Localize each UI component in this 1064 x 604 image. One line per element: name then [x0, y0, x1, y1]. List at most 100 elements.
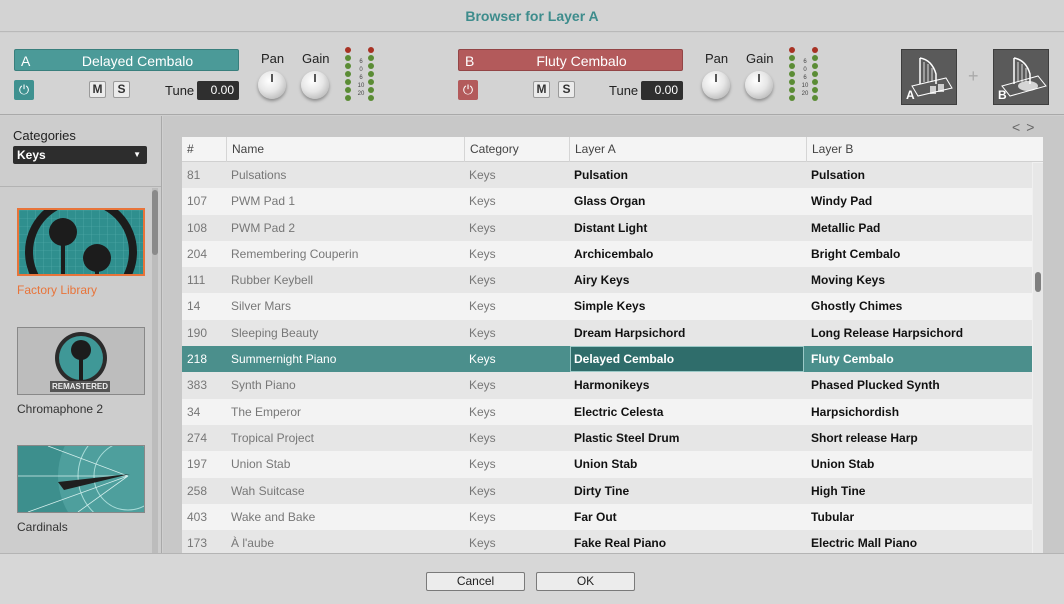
thumb-b-letter: B: [998, 88, 1007, 102]
row-number: 108: [187, 220, 208, 235]
row-name: Rubber Keybell: [231, 273, 314, 288]
row-layer-a: Archicembalo: [574, 246, 654, 261]
row-layer-b: Electric Mall Piano: [811, 536, 918, 551]
layer-a-level-meter: 6 0 6 10 20: [345, 47, 377, 107]
row-category: Keys: [469, 509, 496, 524]
layer-b-gain-label: Gain: [746, 51, 774, 66]
row-layer-a: Delayed Cembalo: [574, 352, 675, 367]
row-layer-b: Moving Keys: [811, 273, 886, 288]
row-layer-a: Airy Keys: [574, 273, 630, 288]
window-title: Browser for Layer A: [465, 8, 599, 24]
row-name: Sleeping Beauty: [231, 325, 319, 340]
library-scrollbar[interactable]: [152, 188, 158, 553]
library-scrollbar-thumb[interactable]: [152, 190, 158, 255]
table-row[interactable]: 108 PWM Pad 2 Keys Distant Light Metallic Pa…: [182, 214, 1032, 241]
column-header-name[interactable]: Name: [226, 137, 464, 162]
layer-a-pan-knob[interactable]: [258, 71, 286, 99]
table-row[interactable]: 34 The Emperor Keys Electric Celesta Harpsic…: [182, 398, 1032, 425]
row-name: PWM Pad 1: [231, 194, 296, 209]
row-name: Synth Piano: [231, 378, 296, 393]
layer-b-tune-value[interactable]: 0.00: [641, 81, 683, 100]
chevron-down-icon: ▼: [133, 150, 141, 159]
layer-b-gain-knob[interactable]: [745, 71, 773, 99]
row-layer-b: Bright Cembalo: [811, 246, 901, 261]
layer-a-solo-button[interactable]: S: [113, 81, 130, 98]
row-number: 81: [187, 168, 201, 182]
table-row[interactable]: 111 Rubber Keybell Keys Airy Keys Moving Key…: [182, 267, 1032, 294]
layer-b-name-bar[interactable]: B Fluty Cembalo: [458, 49, 683, 71]
library-item-chromaphone-2[interactable]: REMASTERED Chromaphone 2: [17, 327, 145, 416]
factory-library-thumbnail: [17, 208, 145, 276]
row-number: 107: [187, 194, 208, 209]
layer-a-tune-value[interactable]: 0.00: [197, 81, 239, 100]
layer-a-pan-label: Pan: [261, 51, 285, 66]
table-row[interactable]: 107 PWM Pad 1 Keys Glass Organ Windy Pad: [182, 188, 1032, 215]
row-layer-b: Fluty Cembalo: [811, 352, 894, 367]
row-layer-a: Distant Light: [574, 220, 648, 235]
table-row[interactable]: 190 Sleeping Beauty Keys Dream Harpsichord L…: [182, 319, 1032, 347]
row-number: 258: [187, 483, 208, 498]
table-scrollbar[interactable]: [1033, 163, 1043, 553]
table-row[interactable]: 218 Summernight Piano Keys Delayed Cembalo F…: [182, 346, 1032, 373]
table-row[interactable]: 204 Remembering Couperin Keys Archicembalo B…: [182, 240, 1032, 268]
layer-b-mute-button[interactable]: M: [533, 81, 550, 98]
row-layer-b: Phased Plucked Synth: [811, 378, 940, 393]
library-panel: Categories Keys ▼ Factory Library REMAST…: [0, 116, 162, 553]
table-row[interactable]: 383 Synth Piano Keys Harmonikeys Phased Pluc…: [182, 372, 1032, 399]
row-layer-b: Ghostly Chimes: [811, 299, 903, 314]
row-number: 383: [187, 378, 208, 393]
row-name: Silver Mars: [231, 299, 292, 314]
row-category: Keys: [469, 404, 496, 419]
layer-a-instrument-thumbnail[interactable]: A: [901, 49, 957, 105]
ok-button[interactable]: OK: [536, 572, 635, 591]
plus-icon: +: [968, 66, 979, 86]
row-layer-a: Plastic Steel Drum: [574, 430, 680, 445]
table-row[interactable]: 14 Silver Mars Keys Simple Keys Ghostly Chim…: [182, 293, 1032, 320]
layer-a-mute-button[interactable]: M: [89, 81, 106, 98]
library-item-factory-library[interactable]: Factory Library: [17, 208, 145, 297]
row-category: Keys: [469, 325, 496, 340]
row-layer-a: Fake Real Piano: [574, 536, 667, 551]
cardinals-thumbnail: [17, 445, 145, 513]
row-number: 197: [187, 457, 208, 472]
table-row[interactable]: 258 Wah Suitcase Keys Dirty Tine High Tine: [182, 477, 1032, 504]
row-name: Wake and Bake: [231, 509, 316, 524]
layer-b-pan-label: Pan: [705, 51, 729, 66]
column-header-number[interactable]: #: [182, 137, 226, 162]
table-row[interactable]: 173 À l'aube Keys Fake Real Piano Electric M…: [182, 530, 1032, 553]
row-category: Keys: [469, 299, 496, 314]
column-header-layer-b[interactable]: Layer B: [806, 137, 1043, 162]
table-row[interactable]: 197 Union Stab Keys Union Stab Union Stab: [182, 451, 1032, 478]
library-item-cardinals[interactable]: Cardinals: [17, 445, 145, 534]
row-layer-a: Harmonikeys: [574, 378, 650, 393]
next-arrow-icon[interactable]: >: [1026, 119, 1040, 135]
categories-dropdown[interactable]: Keys ▼: [13, 146, 147, 164]
layer-b-solo-button[interactable]: S: [558, 81, 575, 98]
row-name: Summernight Piano: [231, 352, 337, 367]
row-name: À l'aube: [231, 536, 274, 551]
cancel-button[interactable]: Cancel: [426, 572, 525, 591]
layer-b-power-icon[interactable]: ⏻: [458, 80, 478, 100]
table-row[interactable]: 403 Wake and Bake Keys Far Out Tubular: [182, 503, 1032, 531]
prev-arrow-icon[interactable]: <: [1012, 119, 1026, 135]
chromaphone-2-thumbnail: REMASTERED: [17, 327, 145, 395]
layer-a-name-bar[interactable]: A Delayed Cembalo: [14, 49, 239, 71]
table-body: 81 Pulsations Keys Pulsation Pulsation 107 PWM…: [182, 162, 1032, 553]
layer-a-gain-knob[interactable]: [301, 71, 329, 99]
column-header-category[interactable]: Category: [464, 137, 569, 162]
row-layer-b: Pulsation: [811, 168, 866, 182]
layer-a-power-icon[interactable]: ⏻: [14, 80, 34, 100]
table-row[interactable]: 81 Pulsations Keys Pulsation Pulsation: [182, 162, 1032, 189]
row-category: Keys: [469, 194, 496, 209]
row-layer-b: Union Stab: [811, 457, 875, 472]
layer-b-pan-knob[interactable]: [702, 71, 730, 99]
row-category: Keys: [469, 457, 496, 472]
compass-icon: [18, 446, 144, 512]
layer-b-level-meter: 6 0 6 10 20: [789, 47, 821, 107]
table-row[interactable]: 274 Tropical Project Keys Plastic Steel Dru…: [182, 424, 1032, 452]
layer-b-instrument-thumbnail[interactable]: B: [993, 49, 1049, 105]
row-number: 173: [187, 536, 208, 551]
column-header-layer-a[interactable]: Layer A: [569, 137, 806, 162]
row-layer-b: Short release Harp: [811, 430, 918, 445]
table-scrollbar-thumb[interactable]: [1035, 272, 1041, 292]
